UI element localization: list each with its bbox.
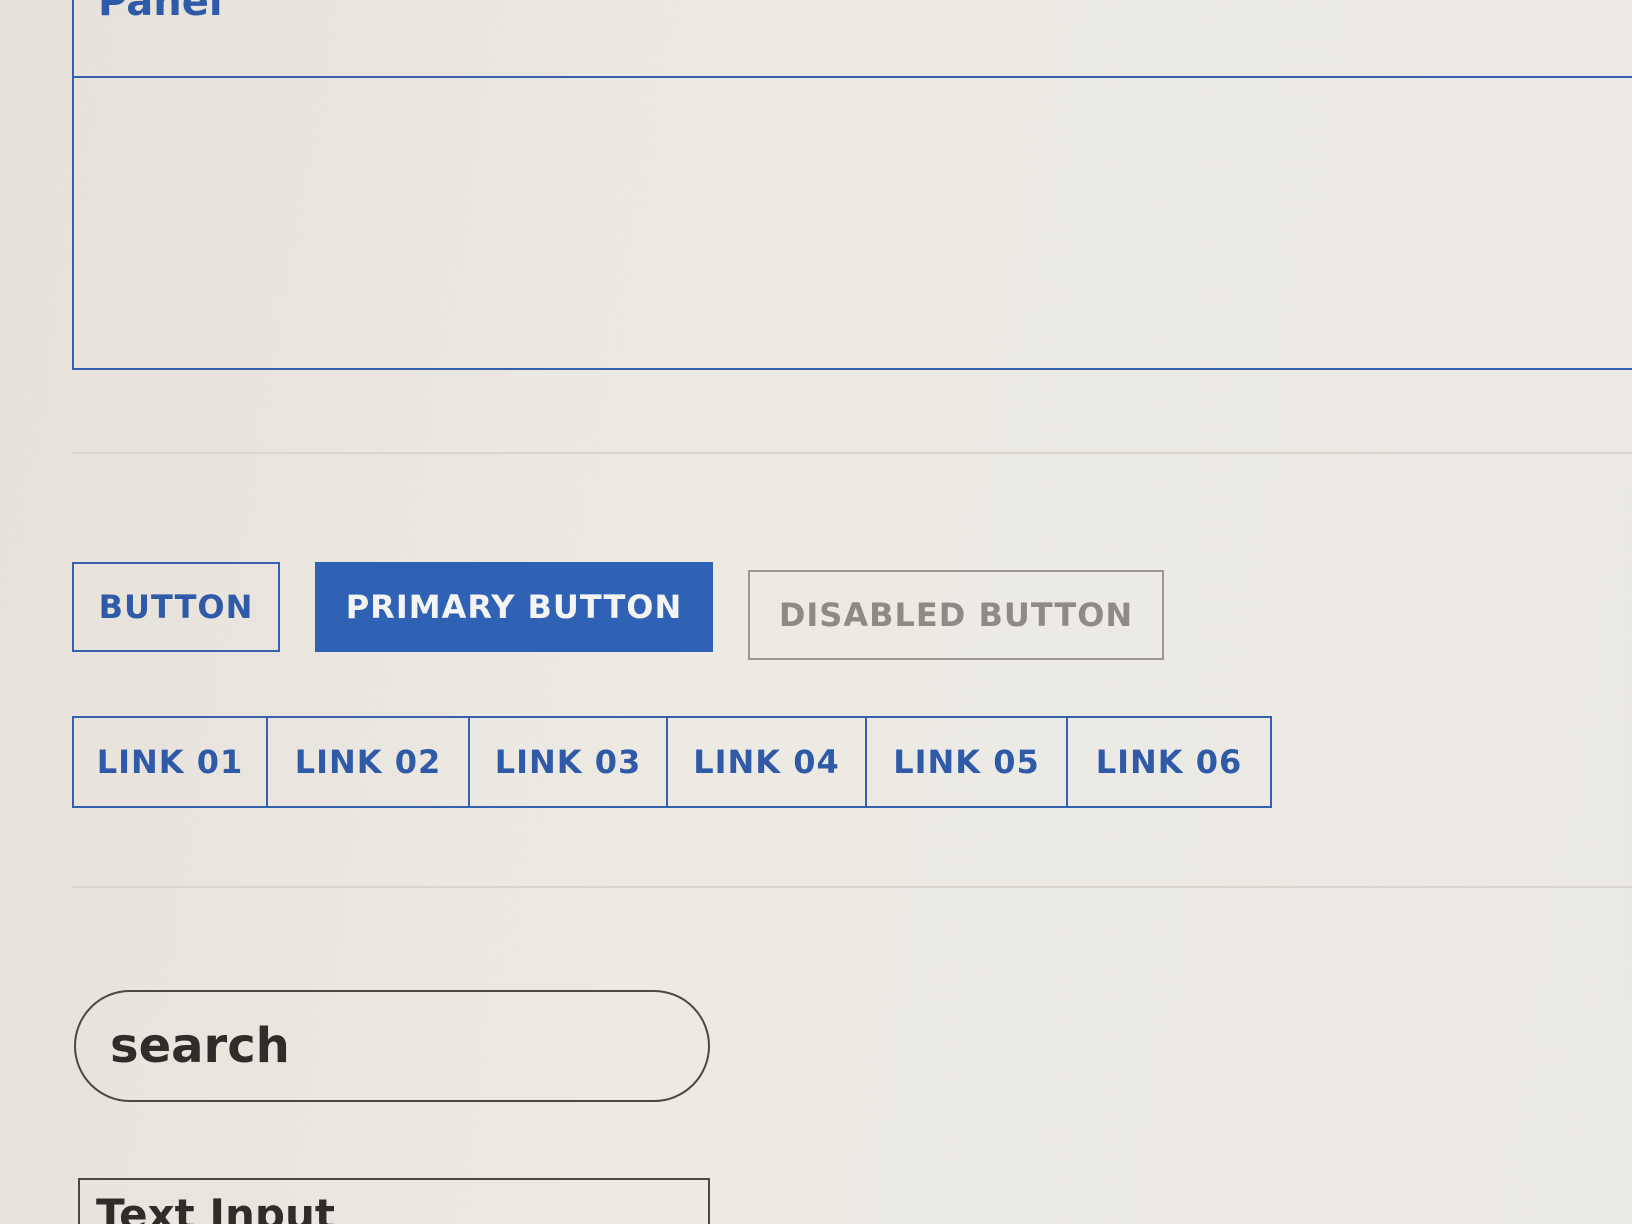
link-06[interactable]: LINK 06 — [1066, 718, 1270, 806]
link-02[interactable]: LINK 02 — [266, 718, 468, 806]
search-input[interactable] — [74, 990, 710, 1102]
text-input-label: Text Input — [96, 1190, 335, 1224]
section-divider — [72, 886, 1632, 888]
primary-button[interactable]: PRIMARY BUTTON — [315, 562, 713, 652]
disabled-button: DISABLED BUTTON — [748, 570, 1164, 660]
link-01[interactable]: LINK 01 — [74, 718, 266, 806]
panel: Panel — [72, 0, 1632, 370]
text-input-field[interactable]: Text Input — [78, 1178, 710, 1224]
button[interactable]: BUTTON — [72, 562, 280, 652]
panel-header: Panel — [74, 0, 1632, 78]
link-05[interactable]: LINK 05 — [865, 718, 1066, 806]
section-divider — [72, 452, 1632, 454]
link-group: LINK 01 LINK 02 LINK 03 LINK 04 LINK 05 … — [72, 716, 1272, 808]
link-04[interactable]: LINK 04 — [666, 718, 865, 806]
link-03[interactable]: LINK 03 — [468, 718, 666, 806]
panel-title: Panel — [98, 0, 223, 25]
